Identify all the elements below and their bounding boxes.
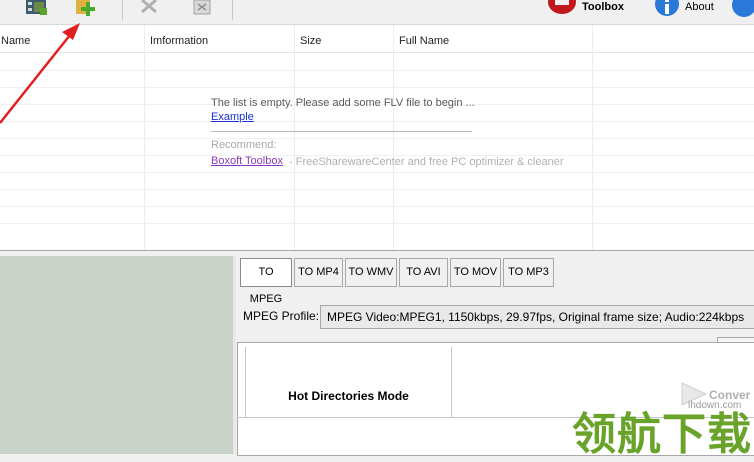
add-file-icon[interactable] xyxy=(74,0,100,18)
row-line xyxy=(0,206,754,207)
recommend-description: - FreeSharewareCenter and free PC optimi… xyxy=(289,156,564,168)
film-icon[interactable] xyxy=(24,0,50,18)
column-header-full-name[interactable]: Full Name xyxy=(399,25,449,52)
red-arrow-annotation xyxy=(0,23,80,124)
tab-to-mp3[interactable]: TO MP3 xyxy=(503,258,554,287)
toolbox-label: Toolbox xyxy=(582,1,624,13)
tab-to-mov[interactable]: TO MOV xyxy=(450,258,501,287)
toolbar-separator xyxy=(122,0,123,20)
mpeg-profile-label: MPEG Profile: xyxy=(243,309,320,323)
toolbar-separator xyxy=(232,0,233,20)
toolbox-button[interactable]: Toolbox xyxy=(547,0,624,18)
example-link[interactable]: Example xyxy=(211,111,254,123)
about-button[interactable]: About xyxy=(654,0,714,18)
tab-to-mpeg[interactable]: TO MPEG xyxy=(240,258,292,305)
toolbar: Toolbox About xyxy=(0,0,754,25)
boxoft-toolbox-link[interactable]: Boxoft Toolbox xyxy=(211,155,283,167)
file-list[interactable]: Name Imformation Size Full Name xyxy=(0,25,754,251)
preview-area xyxy=(0,256,233,454)
help-icon xyxy=(732,0,754,17)
row-line xyxy=(0,121,754,122)
row-line xyxy=(0,87,754,88)
tab-to-avi[interactable]: TO AVI xyxy=(399,258,448,287)
column-header-information[interactable]: Imformation xyxy=(150,25,208,52)
hot-directories-label: Hot Directories Mode xyxy=(288,389,409,403)
about-label: About xyxy=(685,1,714,13)
clear-icon[interactable] xyxy=(190,0,216,18)
tab-to-mp4[interactable]: TO MP4 xyxy=(294,258,343,287)
divider xyxy=(211,131,472,132)
mpeg-profile-value: MPEG Video:MPEG1, 1150kbps, 29.97fps, Or… xyxy=(327,310,745,324)
tab-to-wmv[interactable]: TO WMV xyxy=(345,258,397,287)
column-header-size[interactable]: Size xyxy=(300,25,321,52)
row-line xyxy=(0,138,754,139)
splitter[interactable] xyxy=(233,256,236,454)
row-line xyxy=(0,223,754,224)
mpeg-profile-select[interactable]: MPEG Video:MPEG1, 1150kbps, 29.97fps, Or… xyxy=(320,305,754,329)
tab-hot-directories[interactable]: Hot Directories Mode xyxy=(245,347,452,417)
list-header: Name Imformation Size Full Name xyxy=(0,25,754,53)
watermark-text: 领航下载 xyxy=(572,409,752,460)
help-button[interactable] xyxy=(732,0,754,18)
toolbox-icon xyxy=(547,0,577,21)
row-line xyxy=(0,172,754,173)
recommend-label: Recommend: xyxy=(211,139,277,151)
info-icon xyxy=(654,0,680,21)
row-line xyxy=(0,70,754,71)
row-line xyxy=(0,189,754,190)
empty-list-message: The list is empty. Please add some FLV f… xyxy=(211,97,475,109)
delete-icon[interactable] xyxy=(138,0,164,18)
